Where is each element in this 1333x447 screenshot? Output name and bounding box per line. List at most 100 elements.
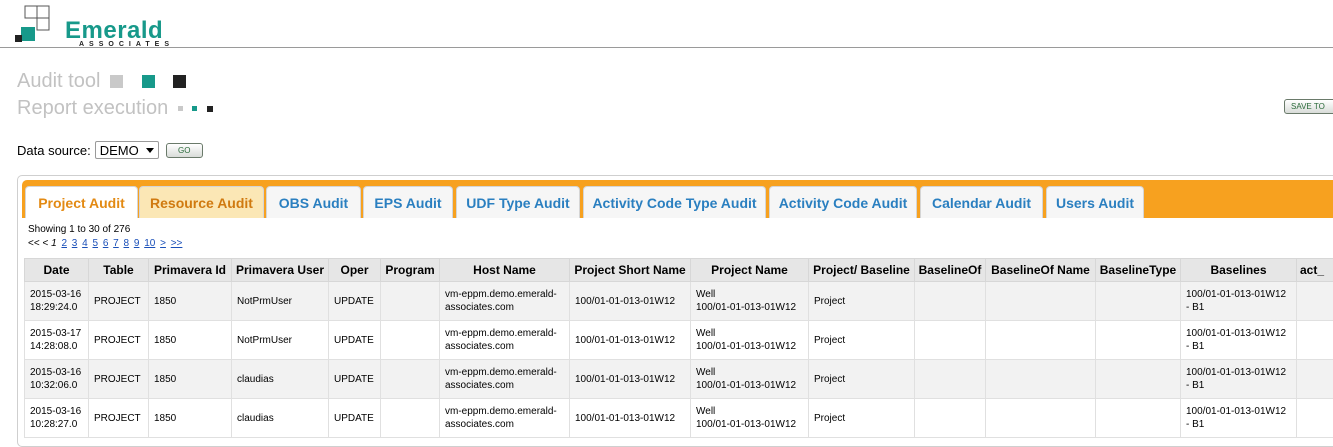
- table-cell: 1850: [149, 360, 232, 399]
- table-cell: [381, 399, 440, 438]
- table-cell: 100/01-01-013-01W12 - B1: [1181, 399, 1297, 438]
- table-cell: 100/01-01-013-01W12: [570, 360, 691, 399]
- table-cell: 2015-03-1610:28:27.0: [25, 399, 89, 438]
- table-cell: vm-eppm.demo.emerald-associates.com: [440, 360, 570, 399]
- table-cell: 100/01-01-013-01W12: [570, 399, 691, 438]
- tab-udf-type-audit[interactable]: UDF Type Audit: [456, 186, 580, 218]
- table-cell: Well100/01-01-013-01W12: [691, 282, 809, 321]
- table-cell: 100/01-01-013-01W12- B1: [1181, 282, 1297, 321]
- cell-text: Project: [814, 335, 845, 346]
- tab-eps-audit[interactable]: EPS Audit: [363, 186, 453, 218]
- page-link[interactable]: 9: [134, 238, 140, 249]
- column-header[interactable]: Program: [381, 259, 440, 282]
- tab-obs-audit[interactable]: OBS Audit: [266, 186, 361, 218]
- page-link[interactable]: 7: [113, 238, 119, 249]
- company-logo[interactable]: Emerald ASSOCIATES: [15, 5, 185, 47]
- page-link[interactable]: 5: [92, 238, 98, 249]
- table-row[interactable]: 2015-03-1618:29:24.0PROJECT1850NotPrmUse…: [25, 282, 1333, 321]
- table-cell: NotPrmUser: [232, 282, 329, 321]
- table-cell: [1297, 399, 1333, 438]
- table-cell: 100/01-01-013-01W12: [570, 321, 691, 360]
- page-link[interactable]: 8: [124, 238, 130, 249]
- cell-text: 1850: [154, 413, 176, 424]
- tab-label: Activity Code Audit: [779, 195, 908, 211]
- table-cell: [986, 321, 1096, 360]
- page-link[interactable]: 4: [82, 238, 88, 249]
- table-row[interactable]: 2015-03-1610:28:27.0PROJECT1850claudiasU…: [25, 399, 1333, 438]
- tab-project-audit[interactable]: Project Audit: [25, 186, 138, 218]
- cell-text: 2015-03-17: [30, 328, 81, 339]
- column-header[interactable]: Project Short Name: [570, 259, 691, 282]
- page-link[interactable]: 10: [144, 238, 155, 249]
- page-link[interactable]: 3: [72, 238, 78, 249]
- cell-text: 100/01-01-013-01W12: [696, 341, 796, 352]
- page-header: Emerald ASSOCIATES: [0, 0, 1333, 48]
- tab-label: Users Audit: [1056, 195, 1134, 211]
- column-header[interactable]: Primavera Id: [149, 259, 232, 282]
- last-page-link[interactable]: >>: [171, 238, 183, 249]
- cell-text: 2015-03-16: [30, 406, 81, 417]
- cell-text: 100/01-01-013-01W12: [1186, 289, 1286, 300]
- column-header[interactable]: Date: [25, 259, 89, 282]
- table-cell: 1850: [149, 282, 232, 321]
- table-cell: 100/01-01-013-01W12: [570, 282, 691, 321]
- table-cell: PROJECT: [89, 282, 149, 321]
- table-cell: [381, 321, 440, 360]
- first-page-link[interactable]: <<: [28, 238, 40, 249]
- cell-text: vm-eppm.demo.emerald-: [445, 289, 557, 300]
- table-cell: [915, 321, 986, 360]
- column-header[interactable]: Host Name: [440, 259, 570, 282]
- cell-text: Project: [814, 374, 845, 385]
- datasource-select[interactable]: DEMO: [95, 141, 159, 159]
- cell-text: 100/01-01-013-01W12: [1186, 406, 1286, 417]
- page-title-text: Report execution: [17, 97, 168, 119]
- cell-text: PROJECT: [94, 296, 141, 307]
- cell-text: 100/01-01-013-01W12: [696, 380, 796, 391]
- table-row[interactable]: 2015-03-1714:28:08.0PROJECT1850NotPrmUse…: [25, 321, 1333, 360]
- column-header[interactable]: Project Name: [691, 259, 809, 282]
- tab-activity-code-audit[interactable]: Activity Code Audit: [769, 186, 917, 218]
- audit-panel: Project Audit Resource Audit OBS Audit E…: [17, 175, 1333, 447]
- tab-label: Resource Audit: [150, 195, 253, 211]
- column-header[interactable]: act_: [1297, 259, 1333, 282]
- cell-text: Well: [696, 367, 715, 378]
- column-header[interactable]: Project/ Baseline: [809, 259, 915, 282]
- black-dot-icon: [207, 106, 213, 112]
- tab-calendar-audit[interactable]: Calendar Audit: [920, 186, 1043, 218]
- prev-page-link[interactable]: <: [42, 238, 48, 249]
- go-button[interactable]: GO: [166, 143, 203, 158]
- table-cell: claudias: [232, 360, 329, 399]
- column-header[interactable]: Primavera User: [232, 259, 329, 282]
- next-page-link[interactable]: >: [160, 238, 166, 249]
- audit-table: Date Table Primavera Id Primavera User O…: [24, 258, 1333, 438]
- column-header[interactable]: Table: [89, 259, 149, 282]
- cell-text: PROJECT: [94, 413, 141, 424]
- cell-text: Project: [814, 296, 845, 307]
- tab-activity-code-type-audit[interactable]: Activity Code Type Audit: [583, 186, 766, 218]
- table-cell: 2015-03-1610:32:06.0: [25, 360, 89, 399]
- cell-text: 100/01-01-013-01W12: [575, 374, 675, 385]
- tab-resource-audit[interactable]: Resource Audit: [139, 186, 264, 218]
- column-header[interactable]: BaselineOf: [915, 259, 986, 282]
- table-row[interactable]: 2015-03-1610:32:06.0PROJECT1850claudiasU…: [25, 360, 1333, 399]
- cell-text: PROJECT: [94, 335, 141, 346]
- cell-text: associates.com: [445, 380, 514, 391]
- datasource-value: DEMO: [100, 143, 139, 158]
- tab-users-audit[interactable]: Users Audit: [1046, 186, 1144, 218]
- page-link[interactable]: 6: [103, 238, 109, 249]
- column-header[interactable]: Oper: [329, 259, 381, 282]
- tab-label: Activity Code Type Audit: [592, 195, 756, 211]
- table-cell: Project: [809, 360, 915, 399]
- column-header[interactable]: BaselineType: [1096, 259, 1181, 282]
- current-page: 1: [51, 238, 57, 249]
- table-cell: vm-eppm.demo.emerald-associates.com: [440, 321, 570, 360]
- cell-text: 1850: [154, 335, 176, 346]
- cell-text: - B1: [1186, 419, 1204, 430]
- column-header[interactable]: BaselineOf Name: [986, 259, 1096, 282]
- save-to-button[interactable]: SAVE TO: [1284, 99, 1333, 114]
- datasource-row: Data source: DEMO GO: [17, 141, 203, 159]
- cell-text: 100/01-01-013-01W12: [696, 419, 796, 430]
- column-header[interactable]: Baselines: [1181, 259, 1297, 282]
- cell-text: 2015-03-16: [30, 289, 81, 300]
- page-link[interactable]: 2: [61, 238, 67, 249]
